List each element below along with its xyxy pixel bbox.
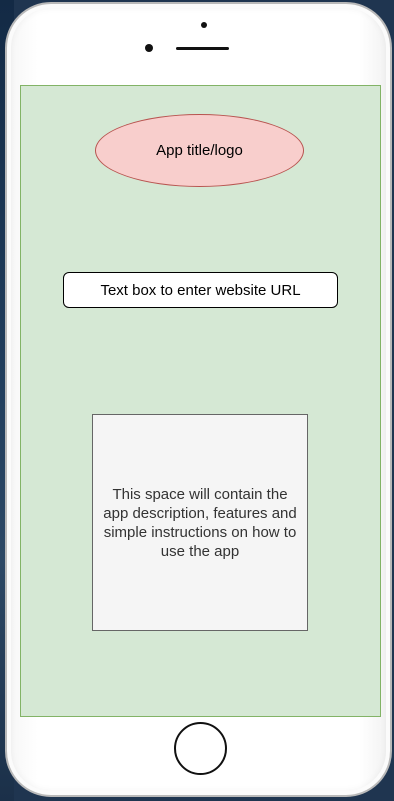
earpiece-speaker-icon: [176, 47, 229, 50]
front-camera-icon: [145, 44, 153, 52]
app-description-text: This space will contain the app descript…: [103, 485, 297, 560]
app-description-box: This space will contain the app descript…: [92, 414, 308, 631]
website-url-input-label: Text box to enter website URL: [100, 281, 301, 299]
app-title-logo-label: App title/logo: [156, 142, 243, 159]
proximity-sensor-icon: [201, 22, 207, 28]
home-button[interactable]: [174, 722, 227, 775]
app-title-logo: App title/logo: [95, 114, 304, 187]
website-url-input[interactable]: Text box to enter website URL: [63, 272, 338, 308]
